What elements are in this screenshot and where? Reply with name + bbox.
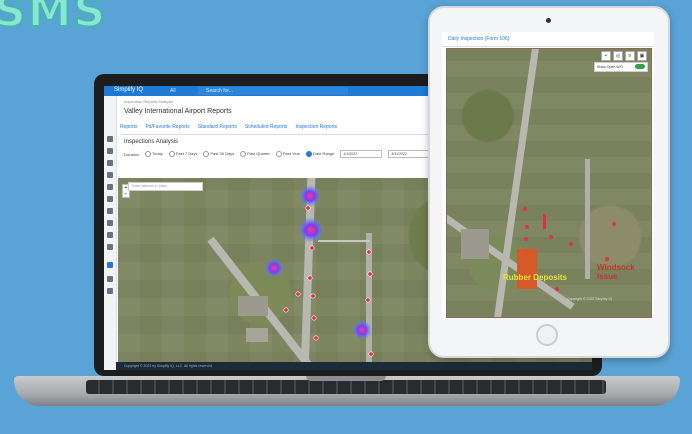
laptop-hinge-notch [306,376,386,381]
app-sidebar [104,96,117,370]
inspection-marker [605,257,609,261]
open-wo-toggle[interactable] [635,64,645,69]
inspection-marker [283,307,289,313]
inspection-marker [295,291,301,297]
home-icon[interactable] [107,136,113,142]
page-title: Valley International Airport Reports [124,108,232,115]
inspection-map[interactable]: + ◎ ≡ ▣ Show Open W/O Windsock Issue Rub… [446,48,652,318]
tab-favorite-reports[interactable]: Pit/Favorite Reports [146,124,190,134]
terminal-building [461,229,489,259]
app-footer: Copyright © 2022 by Simplify IQ, LLC. Al… [116,362,592,370]
document-icon[interactable] [107,172,113,178]
map-search-input[interactable]: Enter address or place [128,182,203,191]
list-icon[interactable] [107,184,113,190]
hangar-building [246,328,268,342]
issue-bar [543,214,546,229]
inspection-marker [569,242,573,246]
brand-logo: SMS [0,0,108,38]
back-link[interactable]: Daily Inspection (Form 106) [448,36,509,42]
heat-spot [352,320,372,340]
date-to-input[interactable]: 3/31/2022 [388,150,431,158]
tab-standard-reports[interactable]: Standard Reports [198,124,237,134]
inspection-marker [549,235,553,239]
runway-diagonal [207,236,337,370]
breadcrumb[interactable]: Inspection Reports Analysis [124,99,173,104]
inspection-marker [368,351,374,357]
filter-today[interactable]: Today [145,151,163,157]
heat-spot [298,217,324,243]
alert-icon[interactable] [107,160,113,166]
measure-icon[interactable]: + [601,51,611,61]
tablet-display: Daily Inspection (Form 106) + ◎ ≡ ▣ Show… [442,32,654,318]
inspection-marker [612,222,616,226]
tab-reports[interactable]: Reports [120,124,138,134]
fullscreen-icon[interactable]: ▣ [637,51,647,61]
duration-filters: Duration Today Past 7 Days Past 30 Days … [124,150,431,158]
inspection-marker [310,293,316,299]
inspection-marker [365,297,371,303]
inspection-marker [307,275,313,281]
map-toolbar: + ◎ ≡ ▣ [601,51,647,61]
app-logo[interactable]: Simplify IQ [114,87,143,93]
tab-scheduled-reports[interactable]: Scheduled Reports [245,124,288,134]
heat-spot [264,258,284,278]
inspection-marker [525,225,529,229]
tab-inspection-reports[interactable]: Inspection Reports [295,124,337,134]
inspection-header: Daily Inspection (Form 106) [442,32,654,47]
inspection-marker [523,207,527,211]
chart-icon[interactable] [107,232,113,238]
users-icon[interactable] [107,220,113,226]
runway-east [585,159,590,279]
heat-spot [299,185,321,207]
home-button-icon[interactable] [536,324,558,346]
laptop-keyboard [86,380,606,394]
inspection-marker [555,287,559,291]
toggle-label: Show Open W/O [597,65,624,69]
rubber-deposit-area [517,249,537,289]
layers-icon[interactable]: ≡ [625,51,635,61]
scope-dropdown[interactable]: All [170,88,176,94]
info-icon[interactable] [107,244,113,250]
open-wo-toggle-row: Show Open W/O [594,62,648,72]
tools-icon[interactable] [107,208,113,214]
filter-past-year[interactable]: Past Year [275,151,300,157]
locate-icon[interactable]: ◎ [613,51,623,61]
terminal-building [238,296,268,316]
share-icon[interactable] [107,288,113,294]
global-search[interactable]: Search for... [198,87,348,95]
inspection-marker [309,245,315,251]
filter-past-quarter[interactable]: Past Quarter [240,151,270,157]
taxiway [318,240,370,242]
duration-label: Duration [124,151,140,157]
map-icon[interactable] [107,148,113,154]
inspection-marker [524,237,528,241]
calendar-icon[interactable] [107,196,113,202]
filter-past-7-days[interactable]: Past 7 Days [168,151,197,157]
filter-past-30-days[interactable]: Past 30 Days [203,151,234,157]
windsock-issue-label[interactable]: Windsock Issue [597,263,651,281]
date-from-input[interactable]: 1/1/2022 [340,150,383,158]
camera-icon [546,18,551,23]
settings-icon[interactable] [107,276,113,282]
inspection-marker [366,249,372,255]
inspection-marker [311,315,317,321]
tablet-footer: Copyright © 2022 Simplify IQ [567,297,613,301]
search-placeholder: Search for... [206,88,233,94]
inspection-marker [305,205,311,211]
reports-icon[interactable] [107,262,113,268]
filter-date-range[interactable]: Date Range [306,151,334,157]
inspection-marker [313,335,319,341]
rubber-deposits-label[interactable]: Rubber Deposits [503,273,567,282]
inspection-marker [367,271,373,277]
section-title: Inspections Analysis [124,139,179,145]
